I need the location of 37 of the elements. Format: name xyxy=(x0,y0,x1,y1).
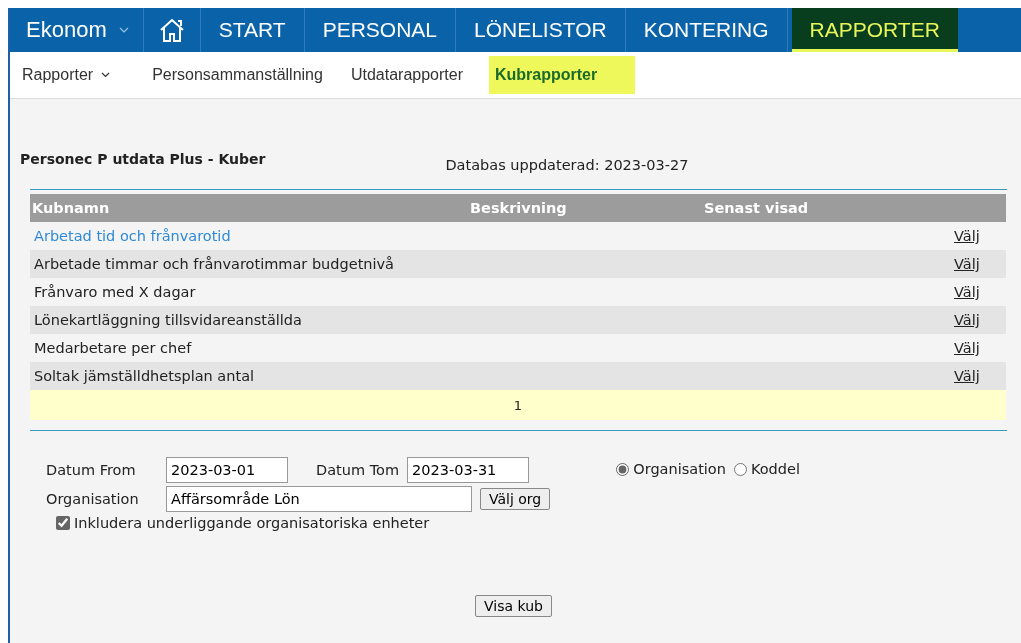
column-header: Beskrivning xyxy=(468,194,702,222)
reports-menu[interactable]: Rapporter xyxy=(10,56,125,94)
nav-tab[interactable]: START xyxy=(200,8,305,52)
field-label: Datum Tom xyxy=(316,462,400,478)
sub-tab[interactable]: Personsammanställning xyxy=(138,56,337,94)
nav-tab[interactable]: PERSONAL xyxy=(304,8,456,52)
date-field[interactable]: 2023-03-01 xyxy=(166,457,288,483)
update-date: Databas uppdaterad: 2023-03-27 xyxy=(445,157,689,173)
select-link[interactable]: Välj xyxy=(954,284,980,300)
choose-org-button[interactable]: Välj org xyxy=(480,488,551,510)
page-number[interactable]: 1 xyxy=(513,397,523,413)
cube-name[interactable]: Medarbetare per chef xyxy=(34,340,192,356)
organisation-field[interactable]: Affärsområde Lön xyxy=(166,486,472,512)
column-header: Kubnamn xyxy=(30,194,468,222)
nav-tab[interactable]: RAPPORTER xyxy=(791,8,958,52)
select-link[interactable]: Välj xyxy=(954,228,980,244)
show-cube-button[interactable]: Visa kub xyxy=(475,595,552,617)
date-field[interactable]: 2023-03-31 xyxy=(407,457,530,483)
radio-button[interactable] xyxy=(616,462,630,476)
field-label: Datum From xyxy=(46,462,137,478)
checkbox-label: Inkludera underliggande organisatoriska enheter xyxy=(74,515,430,531)
chevron-icon xyxy=(101,72,111,78)
radio-label: Organisation xyxy=(633,461,726,477)
select-link[interactable]: Välj xyxy=(954,340,980,356)
cube-name[interactable]: Frånvaro med X dagar xyxy=(34,284,196,300)
radio-button[interactable] xyxy=(733,462,747,476)
column-header: Senast visad xyxy=(702,194,950,222)
page-title: Personec P utdata Plus - Kuber xyxy=(20,151,266,167)
sub-tab[interactable]: Kubrapporter xyxy=(488,56,636,94)
app-menu[interactable]: Ekonom xyxy=(10,8,144,52)
nav-tab[interactable]: LÖNELISTOR xyxy=(456,8,626,52)
checkbox[interactable] xyxy=(56,516,70,530)
sub-tab[interactable]: Utdatarapporter xyxy=(336,56,477,94)
radio-label: Koddel xyxy=(750,461,800,477)
field-label: Organisation xyxy=(46,491,140,507)
nav-tab[interactable]: KONTERING xyxy=(625,8,788,52)
chevron-icon xyxy=(118,27,129,33)
